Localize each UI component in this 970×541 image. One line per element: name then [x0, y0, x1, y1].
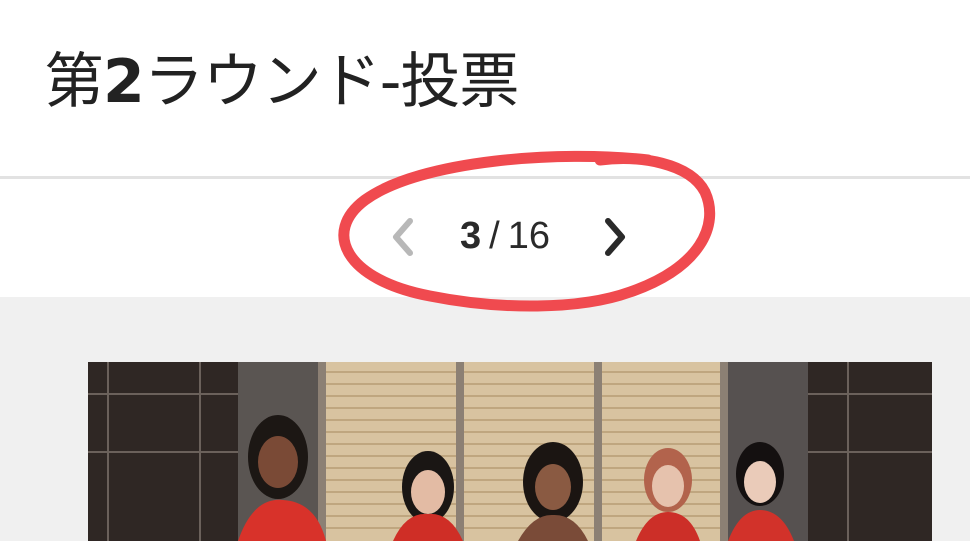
current-page: 3 — [460, 215, 482, 257]
title-prefix: 第 — [44, 47, 104, 117]
title-round-number: 2 — [103, 47, 145, 117]
total-pages: 16 — [507, 215, 550, 257]
pagination: 3/16 — [0, 179, 970, 297]
next-page-button[interactable] — [598, 215, 632, 259]
group-photo[interactable] — [88, 362, 932, 541]
prev-page-button[interactable] — [386, 215, 420, 259]
title-suffix: ラウンド-投票 — [143, 47, 520, 117]
chevron-left-icon — [393, 218, 413, 256]
page-title: 第2ラウンド-投票 — [44, 40, 520, 124]
page-header: 第2ラウンド-投票 — [0, 0, 970, 176]
page-separator: / — [489, 215, 500, 257]
photo-illustration — [88, 362, 932, 541]
page-counter: 3/16 — [460, 209, 550, 263]
content-area — [0, 297, 970, 541]
chevron-right-icon — [605, 218, 625, 256]
